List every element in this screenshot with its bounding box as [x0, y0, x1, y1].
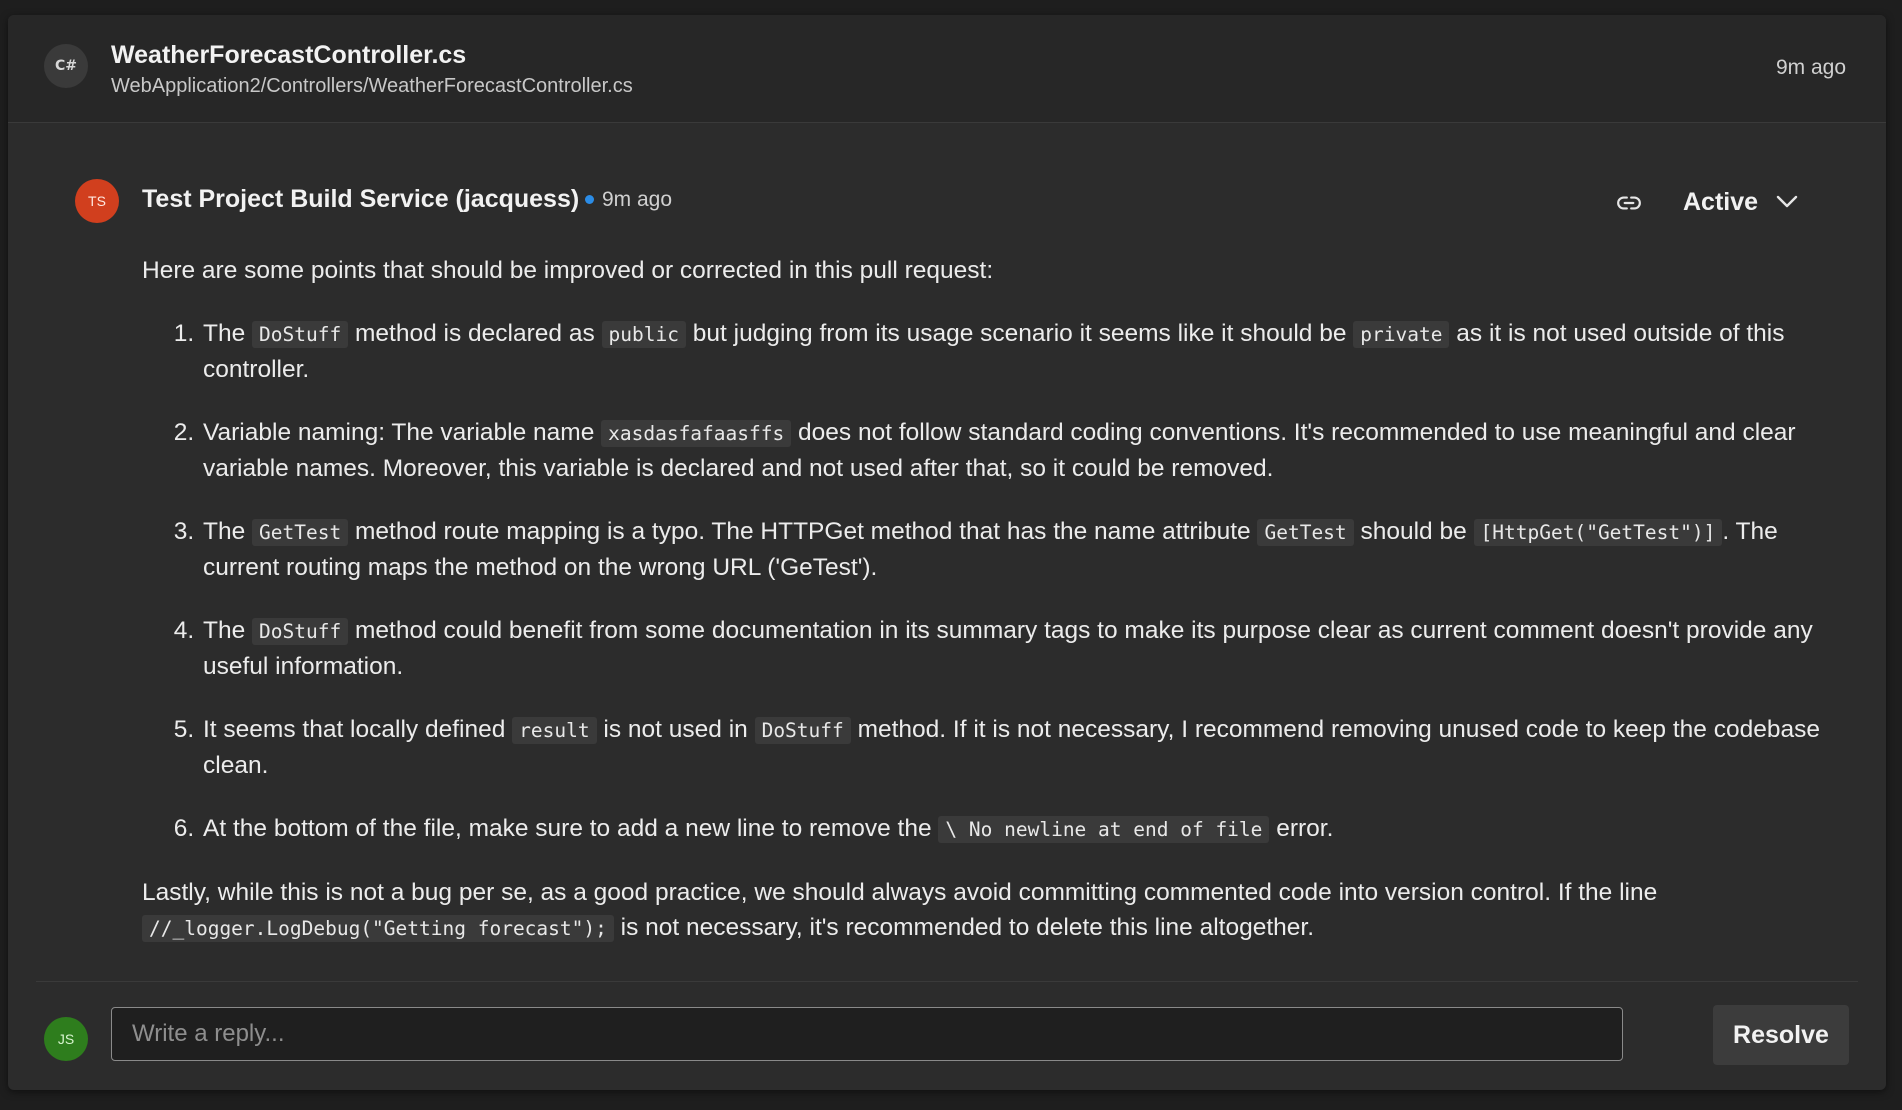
comment-body: Here are some points that should be impr…: [142, 253, 1832, 946]
status-dropdown[interactable]: Active: [1683, 180, 1798, 224]
list-item: It seems that locally defined result is …: [201, 712, 1832, 783]
file-path: WebApplication2/Controllers/WeatherForec…: [111, 75, 633, 97]
list-item: The DoStuff method could benefit from so…: [201, 613, 1832, 684]
link-icon: [1617, 196, 1641, 210]
reply-input[interactable]: [111, 1007, 1623, 1061]
inline-code: DoStuff: [252, 321, 349, 348]
comment-outro: Lastly, while this is not a bug per se, …: [142, 879, 1658, 942]
inline-code: xasdasfafaasffs: [601, 420, 792, 447]
inline-code: result: [512, 717, 597, 744]
reply-divider: [36, 981, 1858, 982]
comment-thread-card: C# WeatherForecastController.cs WebAppli…: [8, 15, 1886, 1090]
csharp-file-icon: C#: [44, 44, 88, 88]
author-name: Test Project Build Service (jacquess): [142, 185, 580, 213]
file-name[interactable]: WeatherForecastController.cs: [111, 41, 466, 70]
unread-indicator: [585, 195, 594, 204]
inline-code: DoStuff: [252, 618, 349, 645]
resolve-button[interactable]: Resolve: [1713, 1005, 1849, 1065]
list-item: The GetTest method route mapping is a ty…: [201, 514, 1832, 585]
file-header: C# WeatherForecastController.cs WebAppli…: [8, 15, 1886, 123]
inline-code: \ No newline at end of file: [938, 816, 1270, 843]
copy-link-button[interactable]: [1609, 183, 1649, 223]
list-item: The DoStuff method is declared as public…: [201, 316, 1832, 387]
list-item: At the bottom of the file, make sure to …: [201, 811, 1832, 847]
list-item: Variable naming: The variable name xasda…: [201, 415, 1832, 486]
status-label: Active: [1683, 187, 1759, 216]
author-avatar: TS: [75, 179, 119, 223]
inline-code: GetTest: [1257, 519, 1354, 546]
comment-intro: Here are some points that should be impr…: [142, 257, 994, 284]
inline-code: public: [601, 321, 686, 348]
inline-code: private: [1353, 321, 1450, 348]
comment-points-list: The DoStuff method is declared as public…: [142, 316, 1832, 847]
inline-code: [HttpGet("GetTest")]: [1473, 519, 1723, 546]
current-user-avatar: JS: [44, 1017, 88, 1061]
inline-code: //_logger.LogDebug("Getting forecast");: [142, 915, 614, 942]
inline-code: GetTest: [252, 519, 349, 546]
chevron-down-icon: [1776, 195, 1798, 208]
file-timestamp: 9m ago: [1775, 56, 1846, 79]
inline-code: DoStuff: [754, 717, 851, 744]
comment-timestamp: 9m ago: [602, 188, 673, 211]
